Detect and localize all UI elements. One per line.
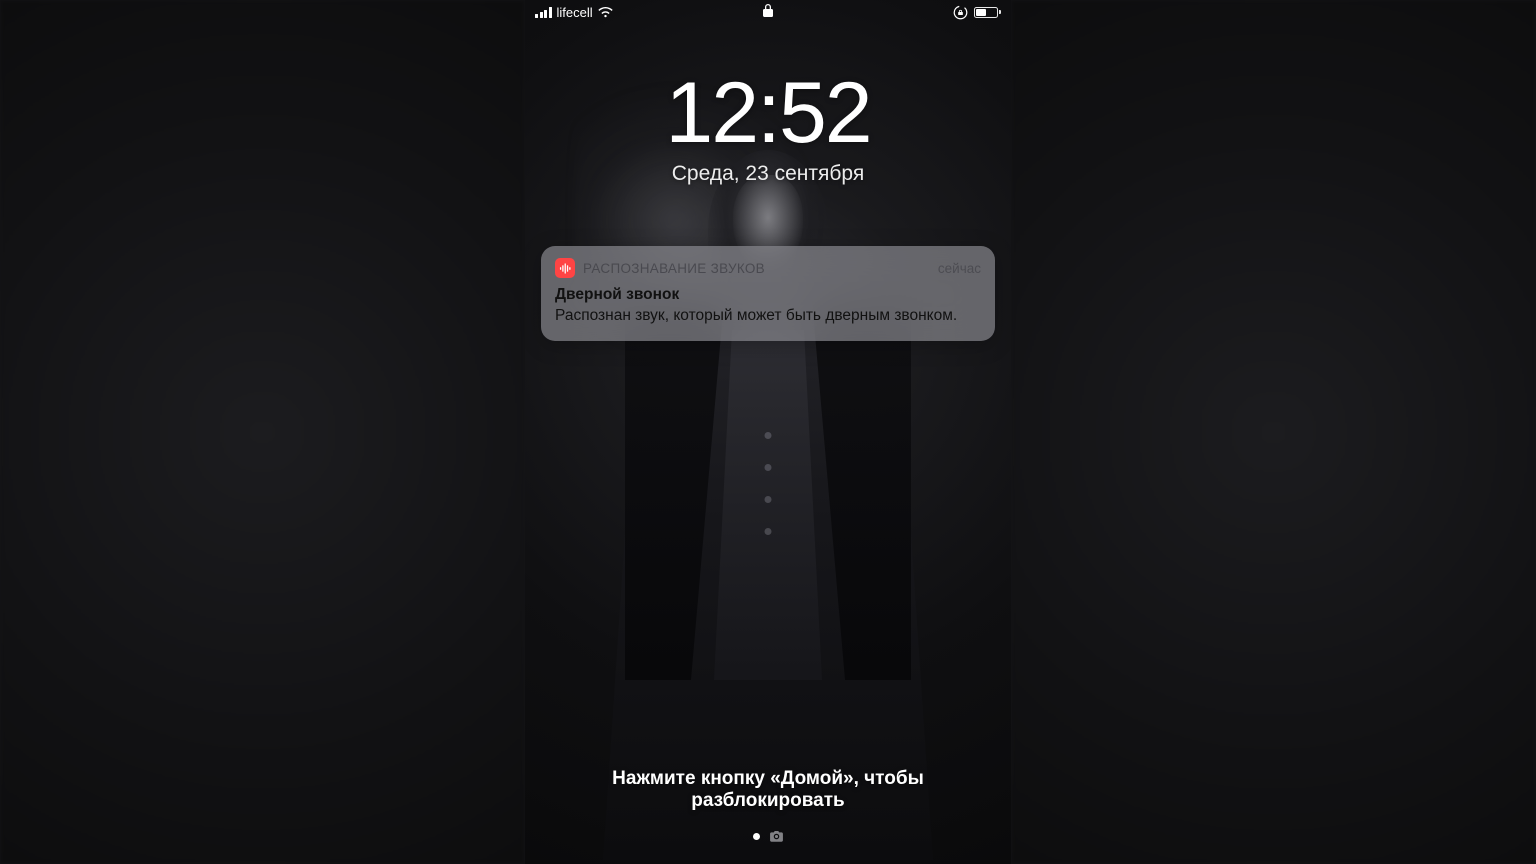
battery-icon	[974, 7, 1001, 18]
lock-icon	[763, 4, 773, 17]
lock-date: Среда, 23 сентября	[525, 162, 1011, 186]
notification-app-name: РАСПОЗНАВАНИЕ ЗВУКОВ	[583, 261, 930, 276]
page-indicator[interactable]	[525, 831, 1011, 842]
notification-timestamp: сейчас	[938, 261, 981, 276]
camera-icon[interactable]	[770, 831, 783, 842]
carrier-label: lifecell	[557, 5, 593, 20]
wifi-icon	[598, 7, 613, 18]
lock-time: 12:52	[525, 70, 1011, 156]
lock-screen: lifecell	[525, 0, 1011, 864]
notification-card[interactable]: РАСПОЗНАВАНИЕ ЗВУКОВ сейчас Дверной звон…	[541, 246, 995, 341]
rotation-lock-icon	[953, 5, 968, 20]
status-bar: lifecell	[525, 0, 1011, 24]
cellular-signal-icon	[535, 7, 552, 18]
page-dot-active	[753, 833, 760, 840]
notification-body: Распознан звук, который может быть дверн…	[555, 306, 981, 327]
sound-recognition-icon	[555, 258, 575, 278]
letterbox-right	[1011, 0, 1536, 864]
unlock-hint[interactable]: Нажмите кнопку «Домой», чтобы разблокиро…	[525, 768, 1011, 812]
notification-title: Дверной звонок	[555, 286, 981, 304]
letterbox-left	[0, 0, 525, 864]
